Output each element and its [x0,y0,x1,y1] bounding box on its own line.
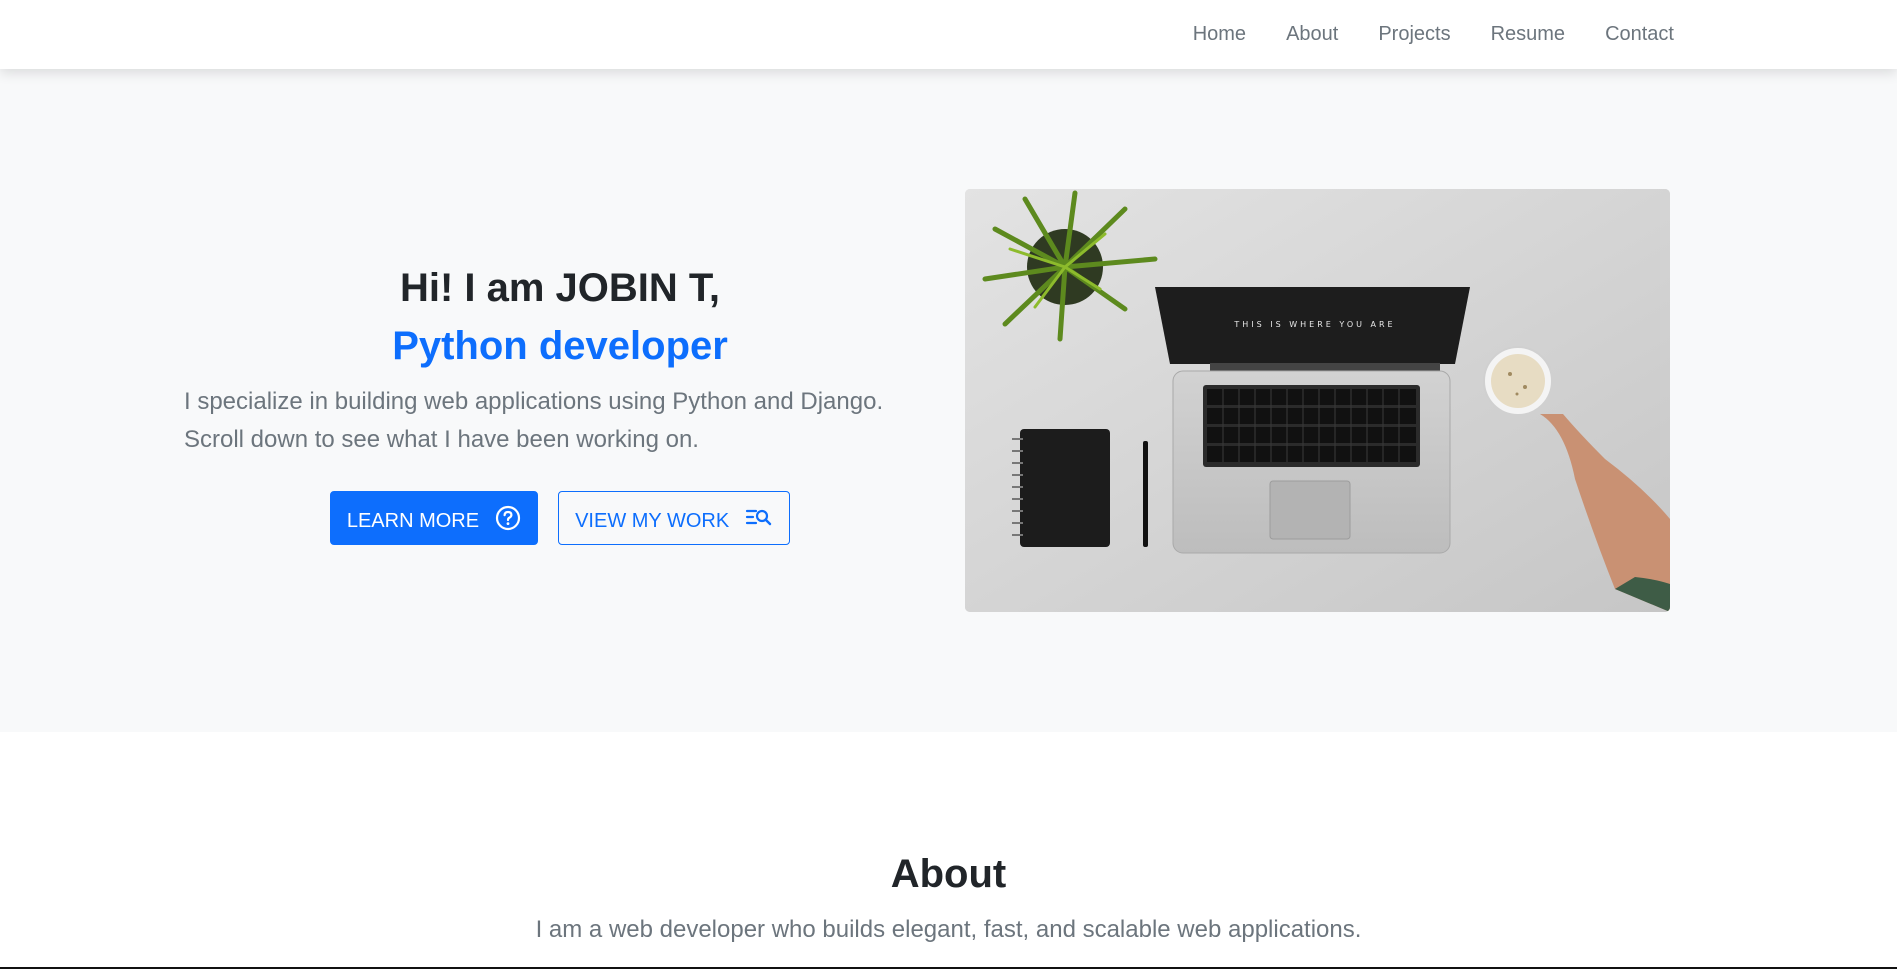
nav-item-resume: Resume [1471,0,1585,69]
nav-link-projects[interactable]: Projects [1358,0,1470,69]
about-title: About [890,852,1007,896]
hero-role: Python developer [392,324,728,368]
nav-item-projects: Projects [1358,0,1470,69]
hero-text: Hi! I am JOBIN T, Python developer I spe… [184,259,936,545]
learn-more-button[interactable]: LEARN MORE [329,491,539,545]
laptop-screen-text: THIS IS WHERE YOU ARE [1233,320,1395,329]
nav-link-resume[interactable]: Resume [1471,0,1585,69]
view-my-work-button[interactable]: VIEW MY WORK [558,491,791,545]
learn-more-label: LEARN MORE [346,509,480,532]
laptop-icon: THIS IS WHERE YOU ARE [1155,287,1470,554]
hero-description: I specialize in building web application… [184,388,884,453]
about-section: About I am a web developer who builds el… [0,732,1897,969]
desk-illustration: THIS IS WHERE YOU ARE [965,189,1670,612]
nav-link-home[interactable]: Home [1173,0,1266,69]
question-circle-icon [495,505,521,531]
view-my-work-label: VIEW MY WORK [575,509,730,532]
notebook-icon [1012,429,1110,547]
pen-icon [1143,441,1148,547]
nav-item-home: Home [1173,0,1266,69]
nav-list: Home About Projects Resume Contact [1173,0,1694,69]
hero-buttons: LEARN MORE VIEW MY WORK [184,491,936,545]
about-text: I am a web developer who builds elegant,… [535,916,1362,943]
nav-link-about[interactable]: About [1266,0,1358,69]
hero-greeting: Hi! I am JOBIN T, [399,266,721,310]
coffee-cup-icon [1483,346,1553,416]
nav-item-about: About [1266,0,1358,69]
nav-link-contact[interactable]: Contact [1585,0,1694,69]
list-search-icon [745,507,773,529]
navbar: Home About Projects Resume Contact [0,0,1897,69]
hero-image: THIS IS WHERE YOU ARE [965,189,1670,612]
nav-item-contact: Contact [1585,0,1694,69]
hero-section: Hi! I am JOBIN T, Python developer I spe… [0,69,1897,732]
